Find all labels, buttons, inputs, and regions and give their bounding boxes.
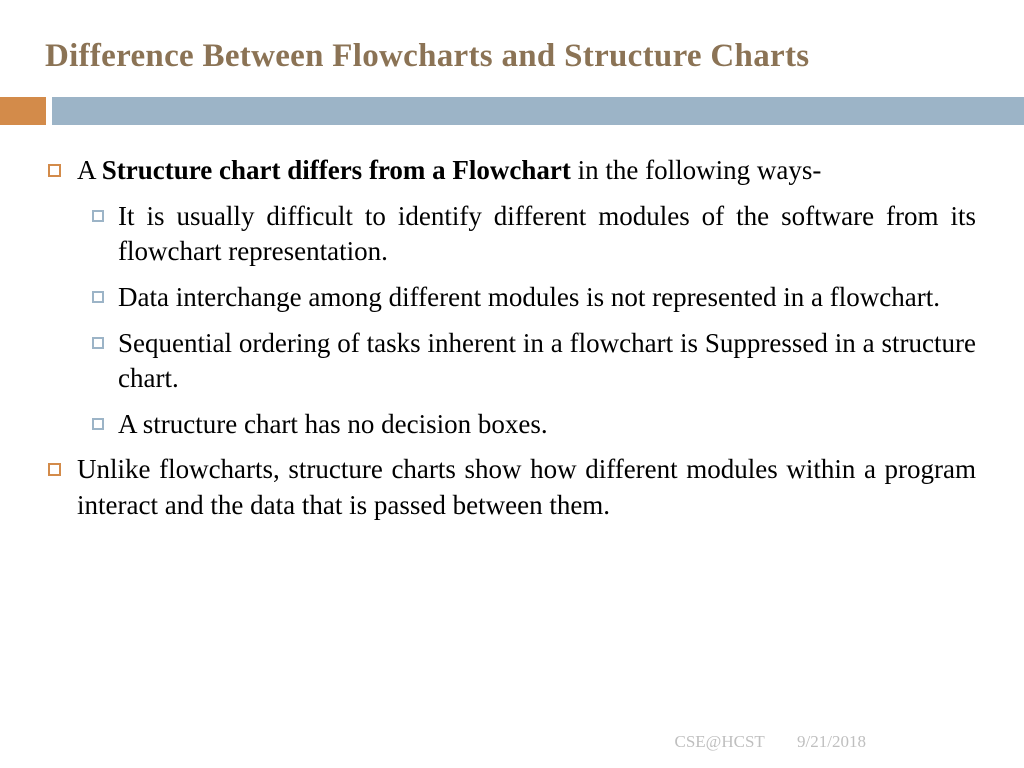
list-text: It is usually difficult to identify diff… [118, 199, 976, 270]
list-text: Data interchange among different modules… [118, 280, 976, 316]
bullet-icon [92, 418, 104, 430]
list-text: A Structure chart differs from a Flowcha… [77, 153, 976, 189]
accent-blue-bar [52, 97, 1024, 125]
list-item: A structure chart has no decision boxes. [92, 407, 976, 443]
list-item: A Structure chart differs from a Flowcha… [48, 153, 976, 189]
bullet-icon [92, 291, 104, 303]
list-item: Sequential ordering of tasks inherent in… [92, 326, 976, 397]
bullet-icon [48, 164, 61, 177]
footer-source: CSE@HCST [675, 732, 765, 751]
list-text: A structure chart has no decision boxes. [118, 407, 976, 443]
bullet-icon [92, 210, 104, 222]
accent-bar [0, 97, 1024, 125]
list-item: It is usually difficult to identify diff… [92, 199, 976, 270]
bullet-icon [48, 463, 61, 476]
accent-orange-block [0, 97, 46, 125]
slide-title: Difference Between Flowcharts and Struct… [0, 0, 1024, 75]
list-item: Unlike flowcharts, structure charts show… [48, 452, 976, 523]
footer-date: 9/21/2018 [797, 732, 866, 751]
bullet-icon [92, 337, 104, 349]
list-item: Data interchange among different modules… [92, 280, 976, 316]
list-text: Sequential ordering of tasks inherent in… [118, 326, 976, 397]
list-text: Unlike flowcharts, structure charts show… [77, 452, 976, 523]
content-area: A Structure chart differs from a Flowcha… [0, 125, 1024, 524]
footer: CSE@HCST 9/21/2018 [675, 732, 895, 752]
